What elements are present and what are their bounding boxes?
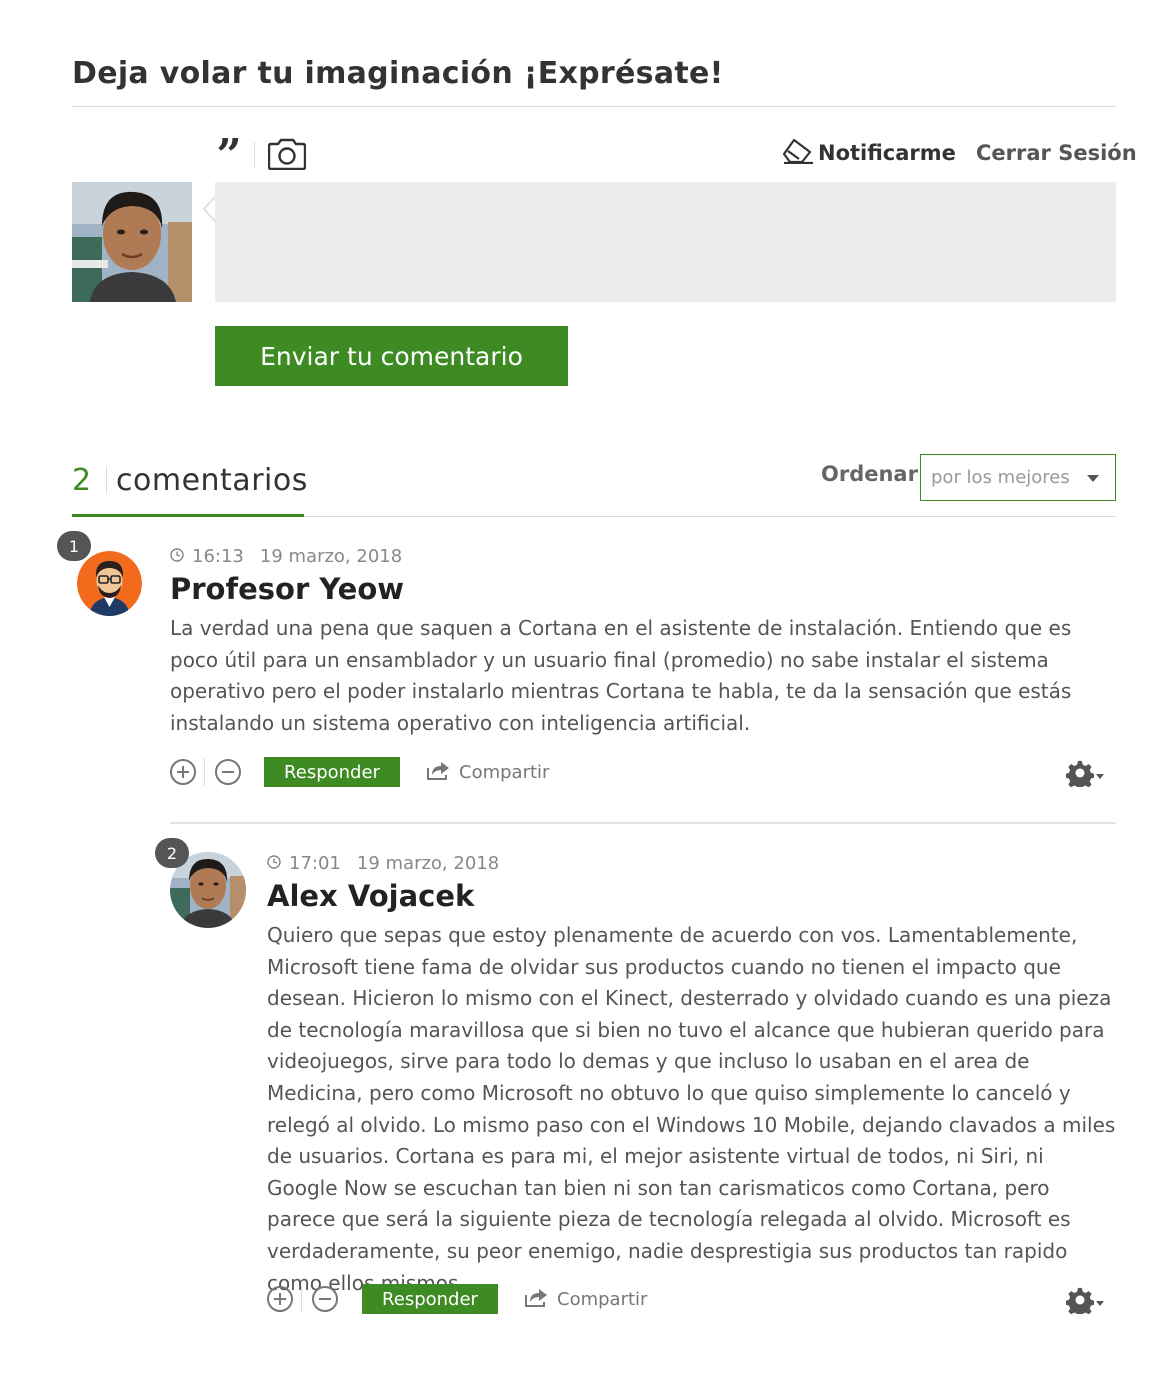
notify-button[interactable]: Notificarme <box>782 138 956 168</box>
comment-date: 19 marzo, 2018 <box>259 546 403 567</box>
comment-meta: 17:01 19 marzo, 2018 <box>267 853 499 874</box>
share-button[interactable]: Compartir <box>525 1287 647 1312</box>
clock-icon <box>267 853 281 874</box>
chevron-down-icon <box>1087 475 1099 482</box>
share-button[interactable]: Compartir <box>427 760 549 785</box>
notify-label: Notificarme <box>818 141 956 165</box>
comment-settings-button[interactable] <box>1065 759 1104 792</box>
comment-author[interactable]: Profesor Yeow <box>170 572 404 606</box>
comment-divider <box>170 822 1116 824</box>
vote-separator <box>204 758 205 786</box>
logout-link[interactable]: Cerrar Sesión <box>976 138 1137 168</box>
quote-icon[interactable]: ” <box>212 134 246 178</box>
share-icon <box>525 1287 549 1312</box>
reply-button[interactable]: Responder <box>362 1284 498 1314</box>
comments-header-underline <box>72 514 304 517</box>
share-icon <box>427 760 451 785</box>
count-separator <box>106 466 107 494</box>
current-user-avatar <box>72 182 192 302</box>
comment-text: Quiero que sepas que estoy plenamente de… <box>267 923 1116 1295</box>
upvote-icon[interactable] <box>266 1285 294 1313</box>
comment-time: 17:01 <box>289 853 341 874</box>
chevron-down-icon <box>1096 1294 1104 1312</box>
comments-count-label: comentarios <box>116 462 308 498</box>
comments-count-number: 2 <box>72 462 92 498</box>
share-label: Compartir <box>557 1289 648 1310</box>
comment-text: La verdad una pena que saquen a Cortana … <box>170 616 1072 735</box>
comment-settings-button[interactable] <box>1065 1286 1104 1319</box>
downvote-icon[interactable] <box>214 758 242 786</box>
comment-time: 16:13 <box>192 546 244 567</box>
comment-avatar[interactable] <box>77 551 142 616</box>
gear-icon <box>1065 1286 1095 1319</box>
comments-count: 2 comentarios <box>72 460 308 500</box>
toolbar-separator <box>254 142 255 168</box>
share-label: Compartir <box>459 762 550 783</box>
camera-icon[interactable] <box>268 138 306 170</box>
comment-meta: 16:13 19 marzo, 2018 <box>170 546 402 567</box>
comment-number-badge: 2 <box>155 838 189 868</box>
sort-select-value: por los mejores <box>931 467 1070 488</box>
comment-number-badge: 1 <box>57 531 91 561</box>
page-title: Deja volar tu imaginación ¡Exprésate! <box>72 56 724 91</box>
comment-date: 19 marzo, 2018 <box>356 853 500 874</box>
vote-separator <box>301 1285 302 1313</box>
chevron-down-icon <box>1096 767 1104 785</box>
comment-author[interactable]: Alex Vojacek <box>267 879 474 913</box>
eraser-icon <box>782 138 814 169</box>
clock-icon <box>170 546 184 567</box>
send-comment-button[interactable]: Enviar tu comentario <box>215 326 568 386</box>
gear-icon <box>1065 759 1095 792</box>
downvote-icon[interactable] <box>311 1285 339 1313</box>
reply-button[interactable]: Responder <box>264 757 400 787</box>
title-divider <box>72 106 1116 107</box>
comment-textarea[interactable] <box>215 182 1116 302</box>
sort-label: Ordenar: <box>821 462 927 486</box>
upvote-icon[interactable] <box>169 758 197 786</box>
sort-select[interactable]: por los mejores <box>920 454 1116 501</box>
